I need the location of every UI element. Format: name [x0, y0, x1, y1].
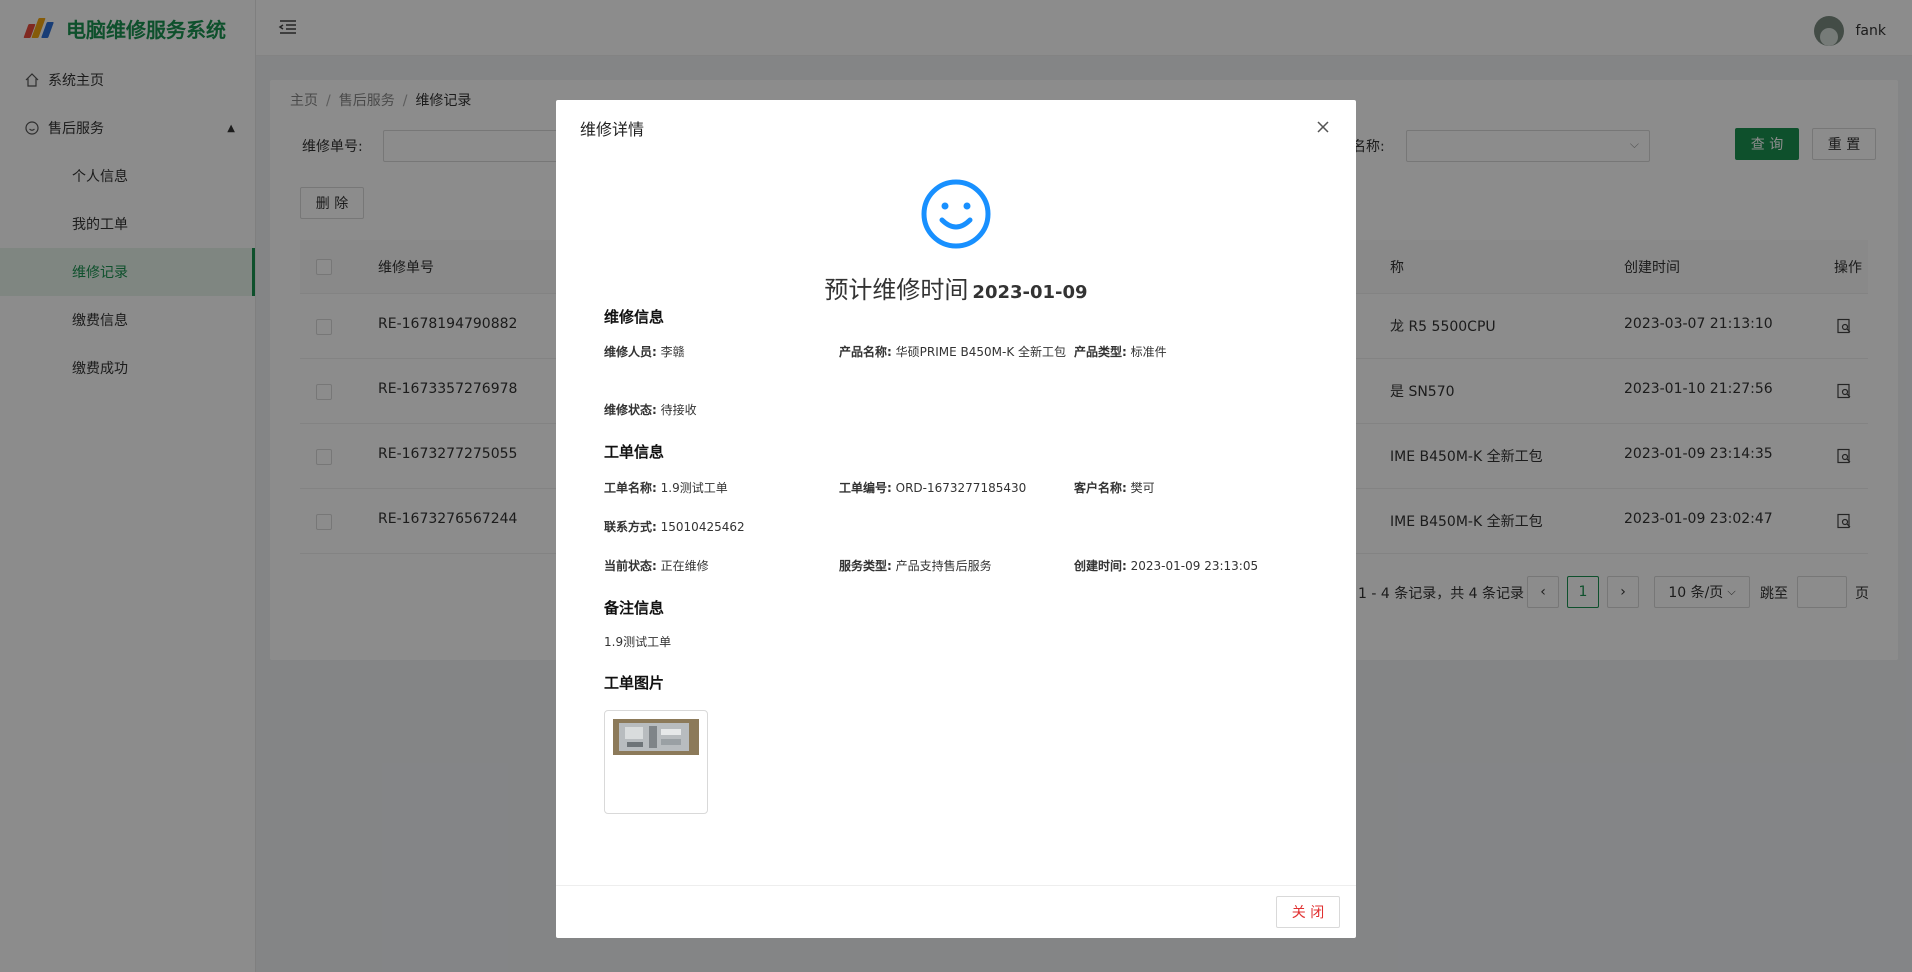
- smiley-icon: [921, 179, 991, 249]
- kv-key: 服务类型:: [839, 559, 892, 573]
- repair-product: 产品名称: 华硕PRIME B450M-K 全新工包: [839, 343, 1074, 361]
- kv-key: 客户名称:: [1074, 481, 1127, 495]
- kv-key: 维修状态:: [604, 403, 657, 417]
- kv-key: 工单名称:: [604, 481, 657, 495]
- kv-value: 1.9测试工单: [660, 481, 728, 495]
- estimate-label: 预计维修时间: [824, 276, 969, 304]
- close-icon[interactable]: [1312, 116, 1334, 138]
- repair-status: 维修状态: 待接收: [604, 401, 697, 419]
- order-service-type: 服务类型: 产品支持售后服务: [839, 557, 992, 575]
- repair-detail-modal: 维修详情 预计维修时间 2023-01-09 维修信息 维修人员: 李赣 产品名称…: [556, 100, 1356, 938]
- order-image-thumbnail[interactable]: [604, 710, 708, 814]
- order-state: 当前状态: 正在维修: [604, 557, 709, 575]
- kv-value: 李赣: [660, 345, 685, 359]
- section-order-title: 工单信息: [604, 443, 665, 461]
- repair-product-type: 产品类型: 标准件: [1074, 343, 1167, 361]
- kv-value: 正在维修: [660, 559, 709, 573]
- kv-value: 樊可: [1130, 481, 1155, 495]
- repair-staff: 维修人员: 李赣: [604, 343, 685, 361]
- section-repair-title: 维修信息: [604, 308, 665, 326]
- section-note-title: 备注信息: [604, 599, 665, 617]
- kv-value: 产品支持售后服务: [895, 559, 992, 573]
- modal-title: 维修详情: [580, 120, 645, 139]
- kv-value: 华硕PRIME B450M-K 全新工包: [895, 345, 1067, 359]
- modal-footer: 关 闭: [556, 885, 1356, 938]
- kv-key: 联系方式:: [604, 520, 657, 534]
- kv-key: 维修人员:: [604, 345, 657, 359]
- kv-value: ORD-1673277185430: [895, 481, 1027, 495]
- kv-key: 工单编号:: [839, 481, 892, 495]
- order-name: 工单名称: 1.9测试工单: [604, 479, 728, 497]
- kv-key: 产品名称:: [839, 345, 892, 359]
- kv-value: 2023-01-09 23:13:05: [1130, 559, 1259, 573]
- close-button[interactable]: 关 闭: [1276, 896, 1340, 928]
- estimate-date: 2023-01-09: [972, 282, 1088, 303]
- order-created: 创建时间: 2023-01-09 23:13:05: [1074, 557, 1258, 575]
- kv-key: 创建时间:: [1074, 559, 1127, 573]
- kv-value: 15010425462: [660, 520, 745, 534]
- kv-value: 标准件: [1130, 345, 1167, 359]
- order-contact: 联系方式: 15010425462: [604, 518, 745, 536]
- kv-value: 待接收: [660, 403, 697, 417]
- note-text: 1.9测试工单: [604, 635, 672, 649]
- kv-key: 当前状态:: [604, 559, 657, 573]
- order-customer: 客户名称: 樊可: [1074, 479, 1155, 497]
- order-no: 工单编号: ORD-1673277185430: [839, 479, 1026, 497]
- estimate-line: 预计维修时间 2023-01-09: [556, 270, 1356, 305]
- motherboard-image: [613, 719, 699, 755]
- kv-key: 产品类型:: [1074, 345, 1127, 359]
- section-images-title: 工单图片: [604, 674, 665, 692]
